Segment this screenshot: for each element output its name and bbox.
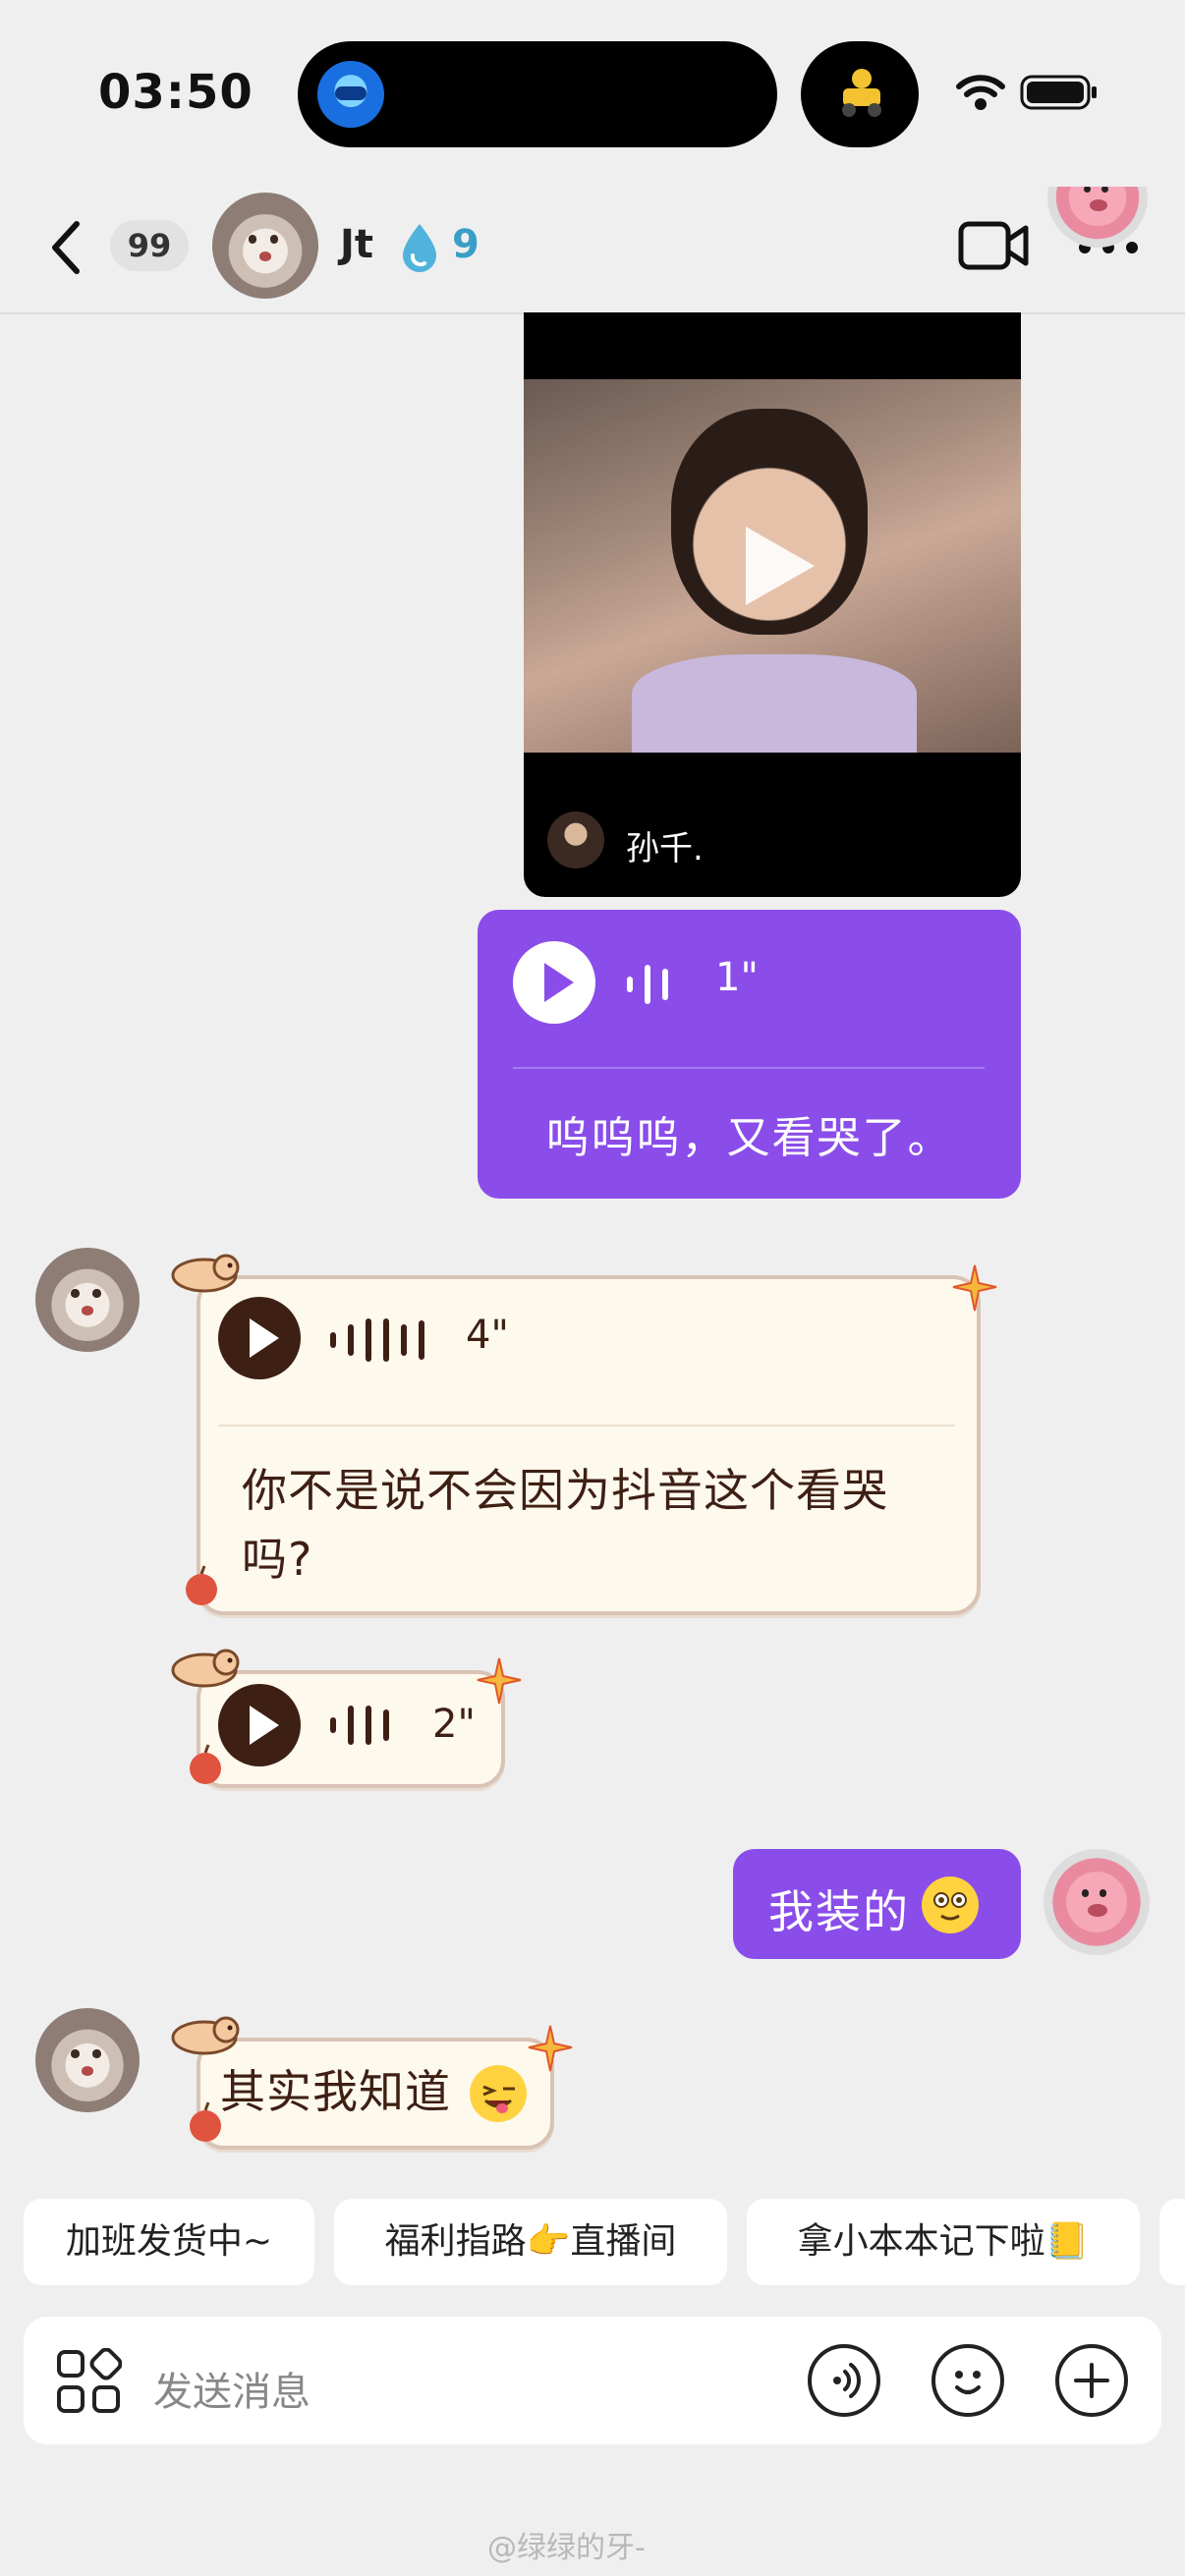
divider [218,1425,955,1427]
shared-video-card[interactable]: 孙千. [524,312,1021,897]
robot-app-icon[interactable] [317,61,384,128]
video-author-avatar [547,812,604,868]
watermark: @绿绿的牙- [487,2531,646,2565]
puppy-sticker-icon [171,1254,240,1293]
video-camera-icon[interactable] [957,218,1030,273]
my-avatar[interactable] [1044,1849,1150,1955]
puppy-sticker-icon [171,1649,240,1688]
message-text: 我装的 [768,1885,910,1938]
grin-emoji-icon [922,1876,979,1933]
sparkle-decoration-icon [952,1264,997,1312]
contact-avatar[interactable] [212,193,318,299]
contact-avatar-msg[interactable] [35,2008,140,2112]
wifi-icon [956,75,1005,110]
plus-icon[interactable] [1055,2344,1128,2417]
voice-duration: 1" [715,955,759,1000]
message-text: 其实我知道 [220,2065,451,2118]
divider [513,1067,985,1069]
voice-input-icon[interactable] [808,2344,880,2417]
voice-play-button[interactable] [513,941,595,1024]
voice-play-button[interactable] [218,1297,301,1379]
chevron-left-icon[interactable] [47,218,86,277]
voice-waveform-icon [627,965,668,1004]
my-voice-message[interactable]: 1" 呜呜呜，又看哭了。 [478,910,1021,1199]
voice-waveform-icon [330,1318,424,1362]
my-text-message[interactable]: 我装的 [733,1849,1021,1959]
quick-reply-chip[interactable]: 加班发货中~ [24,2199,314,2285]
puppy-sticker-icon [171,2016,240,2055]
unread-badge[interactable]: 99 [110,220,189,271]
quick-reply-chip[interactable]: 拿小本本记下啦📒 [747,2199,1140,2285]
apps-grid-icon[interactable] [55,2348,122,2415]
emoji-icon[interactable] [931,2344,1004,2417]
their-voice-message[interactable]: 4" 你不是说不会因为抖音这个看哭吗? [197,1275,981,1615]
status-time: 03:50 [98,65,254,120]
delivery-scooter-icon [842,69,881,117]
quick-reply-chip-partial[interactable] [1159,2199,1185,2285]
voice-play-button[interactable] [218,1684,301,1766]
apple-decoration-icon [190,1744,221,1784]
apple-decoration-icon [186,1565,217,1605]
their-text-message[interactable]: 其实我知道 [197,2038,554,2150]
video-author-name: 孙千. [626,829,704,868]
battery-icon [1020,75,1097,110]
voice-transcript: 你不是说不会因为抖音这个看哭吗? [242,1464,888,1586]
voice-waveform-icon [330,1706,389,1745]
quick-reply-chip[interactable]: 福利指路👉直播间 [334,2199,727,2285]
water-drop-icon [403,224,436,272]
apple-decoration-icon [190,2101,221,2142]
voice-duration: 4" [466,1313,509,1358]
sparkle-decoration-icon [477,1657,522,1705]
streak-count: 9 [452,222,480,267]
wink-tongue-emoji-icon [470,2065,527,2122]
sparkle-decoration-icon [528,2025,573,2072]
contact-avatar-msg[interactable] [35,1248,140,1352]
message-input[interactable]: 发送消息 [153,2360,310,2417]
play-icon[interactable] [746,527,815,605]
my-avatar-partial[interactable] [1047,187,1148,248]
contact-name[interactable]: Jt [340,222,373,267]
voice-transcript: 呜呜呜，又看哭了。 [545,1113,953,1163]
